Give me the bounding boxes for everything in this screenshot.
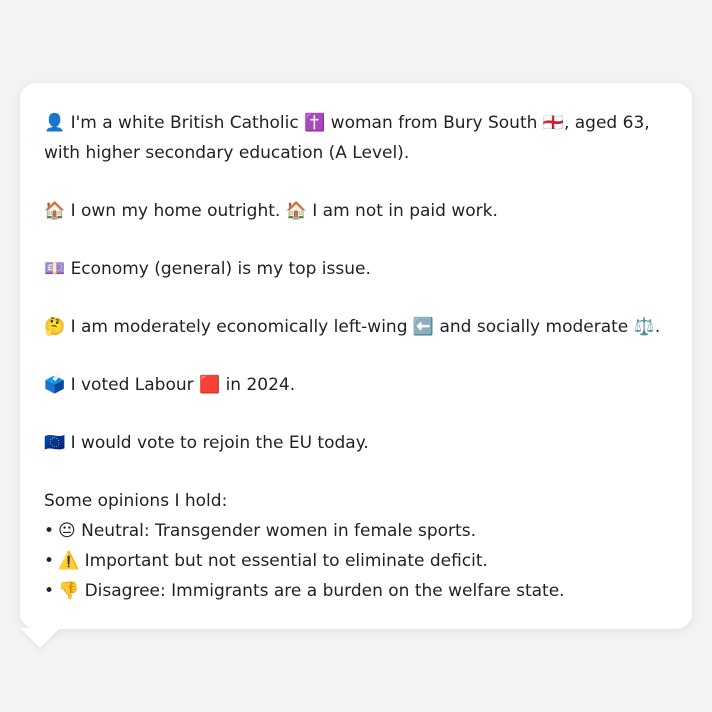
opinion-item: • 👎 Disagree: Immigrants are a burden on …: [44, 576, 672, 606]
bullet: •: [44, 551, 55, 571]
political-leaning-line: 🤔 I am moderately economically left-wing…: [44, 317, 661, 337]
identity-line: 👤 I'm a white British Catholic ✝️ woman …: [44, 113, 650, 163]
eu-line: 🇪🇺 I would vote to rejoin the EU today.: [44, 433, 369, 453]
vote-line: 🗳️ I voted Labour 🟥 in 2024.: [44, 375, 296, 395]
top-issue-line: 💷 Economy (general) is my top issue.: [44, 259, 371, 279]
opinion-item: • 😐 Neutral: Transgender women in female …: [44, 516, 672, 546]
bullet: •: [44, 581, 55, 601]
bullet: •: [44, 521, 55, 541]
home-line: 🏠 I own my home outright. 🏠 I am not in …: [44, 201, 498, 221]
opinion-text: 👎 Disagree: Immigrants are a burden on t…: [58, 581, 565, 601]
opinion-item: • ⚠️ Important but not essential to elimi…: [44, 546, 672, 576]
bubble-tail: [20, 628, 60, 648]
persona-message-bubble: 👤 I'm a white British Catholic ✝️ woman …: [20, 83, 692, 629]
opinion-text: ⚠️ Important but not essential to elimin…: [58, 551, 488, 571]
opinion-text: 😐 Neutral: Transgender women in female s…: [58, 521, 476, 541]
opinions-title: Some opinions I hold:: [44, 491, 228, 511]
